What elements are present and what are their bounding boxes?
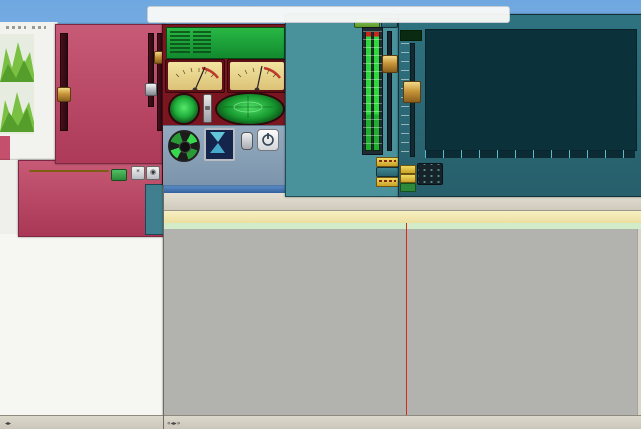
limiter-window: * ◉ [18, 160, 165, 237]
limiter-side-panel [145, 184, 164, 235]
power-icon [259, 131, 277, 149]
left-panel [0, 22, 58, 182]
vertical-scrollbar[interactable] [637, 229, 641, 415]
arrange-tabbar: «◂▸» [164, 415, 641, 429]
master-fader-handle[interactable] [382, 55, 398, 73]
vu-needle-left [168, 62, 222, 90]
fft-eq-window [398, 14, 641, 197]
vu-lower-panel [163, 125, 287, 185]
lcd-info-column-2 [193, 31, 211, 53]
settings-button[interactable]: ◉ [146, 166, 160, 180]
phase-hourglass [206, 130, 229, 155]
mb-value-box-1 [376, 157, 399, 167]
vu-meter-right [227, 59, 287, 93]
master-fader-track[interactable] [387, 31, 392, 151]
fft-mini-lcd [400, 30, 422, 41]
link-button[interactable] [111, 169, 127, 181]
left-panel-text [6, 26, 26, 29]
green-thumbnail [0, 34, 34, 134]
spectrum-display [425, 29, 637, 151]
left-panel-text2 [32, 26, 46, 29]
goniometer-crosshair [215, 92, 281, 122]
preset-button[interactable]: * [131, 166, 145, 180]
spectrum-svg [426, 30, 636, 150]
power-button[interactable] [257, 129, 279, 151]
phase-display [204, 128, 235, 161]
rotation-dial[interactable] [168, 130, 200, 162]
fft-fader-handle[interactable] [403, 81, 421, 103]
vu-lcd-display [166, 27, 285, 59]
hist-tab-arrows[interactable]: ◂▸ [2, 418, 14, 429]
playhead[interactable] [406, 223, 407, 415]
frequency-scale [425, 150, 635, 158]
multiband-window [285, 14, 401, 197]
input-fader-track[interactable] [60, 33, 68, 131]
desktop: * ◉ «◂▸» [0, 0, 641, 429]
level-scope [168, 93, 200, 125]
mb-button-1[interactable] [376, 167, 399, 177]
vu-meter-window [162, 24, 288, 185]
histogram-labels [0, 234, 162, 415]
input-fader-handle[interactable] [57, 87, 71, 102]
toggle-button[interactable] [241, 132, 253, 150]
track-area[interactable] [164, 229, 641, 415]
vu-needle-right [230, 62, 284, 90]
mb-value-box-2 [376, 177, 399, 187]
histogram-tabbar: ◂▸ [0, 415, 163, 429]
app-toolbar [147, 6, 510, 23]
routing-matrix[interactable] [417, 163, 443, 185]
tab-nav-arrows[interactable]: «◂▸» [164, 418, 183, 429]
goniometer [215, 92, 285, 126]
fft-green-button[interactable] [400, 183, 416, 192]
compressor-window [55, 24, 165, 164]
lcd-info-column-1 [170, 31, 190, 53]
meter-panel [362, 27, 383, 155]
compressor-curve-display [73, 31, 143, 109]
fft-gold-1 [400, 165, 416, 174]
fft-gold-2 [400, 174, 416, 183]
plugin-banner [29, 170, 109, 172]
limiter-curve-display [25, 184, 143, 233]
arrange-window: «◂▸» [163, 183, 641, 429]
balance-meter[interactable] [203, 94, 212, 123]
vu-button-row [167, 162, 283, 172]
aux-fader-handle[interactable] [145, 83, 157, 96]
meter-scale [363, 31, 382, 149]
vu-meter-left [165, 59, 225, 93]
waveforms[interactable] [164, 229, 641, 415]
